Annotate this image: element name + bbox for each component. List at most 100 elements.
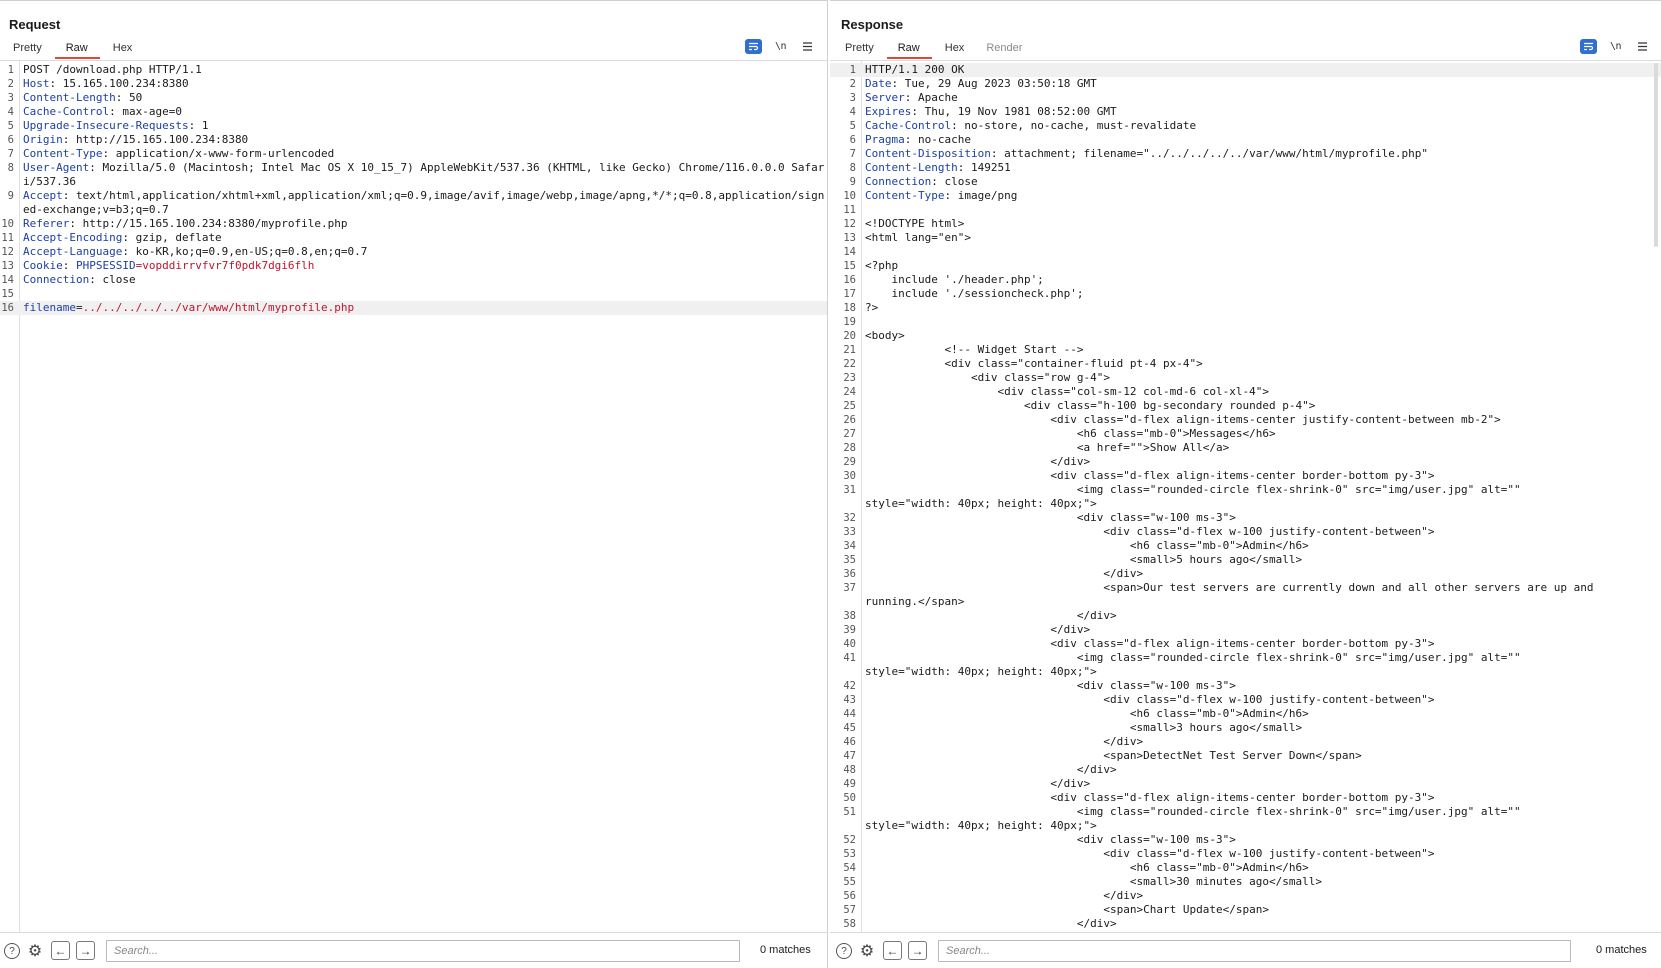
gear-icon[interactable]: ⚙: [27, 943, 43, 960]
line-content: Upgrade-Insecure-Requests: 1: [23, 119, 209, 132]
code-line: 10 Content-Type: image/png: [830, 189, 1661, 203]
line-number: 32: [843, 512, 856, 524]
response-tab-render[interactable]: Render: [977, 38, 1031, 59]
help-icon[interactable]: ?: [836, 943, 852, 959]
header-name: Accept-Language: [23, 245, 123, 258]
line-content: Host: 15.165.100.234:8380: [23, 77, 189, 90]
request-toolbar: \n: [745, 39, 816, 54]
code-text: <div class="d-flex align-items-center ju…: [865, 413, 1501, 426]
code-line: 16 filename=../../../../../var/www/html/m…: [0, 301, 827, 315]
request-search-bar: ? ⚙ ← → 0 matches: [0, 932, 827, 968]
request-tab-raw[interactable]: Raw: [54, 38, 100, 59]
response-tab-pretty[interactable]: Pretty: [836, 38, 883, 59]
line-number: 7: [849, 148, 856, 160]
line-content: <div class="d-flex align-items-center ju…: [862, 413, 1501, 427]
word-wrap-icon[interactable]: [745, 39, 762, 54]
header-name: Content-Length: [23, 91, 116, 104]
line-number: 16: [843, 274, 856, 286]
hamburger-menu-icon[interactable]: [799, 39, 816, 54]
line-content: <a href="">Show All</a>: [862, 441, 1229, 455]
response-tab-hex[interactable]: Hex: [936, 38, 974, 59]
header-name: Connection: [865, 175, 932, 188]
line-content: </div>: [862, 735, 1143, 749]
line-content: <html lang="en">: [862, 231, 971, 245]
code-text: </div>: [865, 567, 1144, 580]
line-content: ?>: [862, 301, 878, 315]
line-number: 51: [843, 806, 856, 818]
cookie-value: vopddirrvfvr7f0pdk7dgi6flh: [142, 259, 315, 272]
code-line: 35 <small>5 hours ago</small>: [830, 553, 1661, 567]
header-name: User-Agent: [23, 161, 90, 174]
arrow-left-icon[interactable]: ←: [883, 941, 902, 960]
code-text: <small>30 minutes ago</small>: [865, 875, 1322, 888]
code-line: 43 <div class="d-flex w-100 justify-cont…: [830, 693, 1661, 707]
request-search-input[interactable]: [106, 940, 740, 962]
line-number: 55: [843, 876, 856, 888]
header-name: Cache-Control: [865, 119, 952, 132]
word-wrap-icon[interactable]: [1580, 39, 1597, 54]
response-tabs: Pretty Raw Hex Render: [836, 38, 1035, 59]
line-content: <div class="d-flex align-items-center bo…: [862, 791, 1434, 805]
gear-icon[interactable]: ⚙: [859, 943, 875, 960]
line-content: Date: Tue, 29 Aug 2023 03:50:18 GMT: [865, 77, 1097, 90]
code-line: 22 <div class="container-fluid pt-4 px-4…: [830, 357, 1661, 371]
code-text: include './header.php';: [865, 273, 1044, 286]
help-icon[interactable]: ?: [4, 943, 20, 959]
code-line: 6 Origin: http://15.165.100.234:8380: [0, 133, 827, 147]
code-line: 33 <div class="d-flex w-100 justify-cont…: [830, 525, 1661, 539]
header-name: Content-Type: [865, 189, 945, 202]
arrow-right-icon[interactable]: →: [908, 941, 927, 960]
code-line: 11 Accept-Encoding: gzip, deflate: [0, 231, 827, 245]
line-content: <span>Chart Update</span>: [862, 903, 1269, 917]
response-editor[interactable]: 1 HTTP/1.1 200 OK 2 Date: Tue, 29 Aug 2023 …: [830, 61, 1661, 932]
code-line: 15: [0, 287, 827, 301]
code-text: <small>3 hours ago</small>: [865, 721, 1303, 734]
response-tab-raw[interactable]: Raw: [886, 38, 932, 59]
header-value: image/png: [951, 189, 1018, 202]
line-content: Server: Apache: [865, 91, 958, 104]
response-toolbar: \n: [1580, 39, 1651, 54]
code-text-wrap: style="width: 40px; height: 40px;">: [865, 819, 1097, 832]
line-content: <div class="d-flex w-100 justify-content…: [862, 847, 1434, 861]
line-content: </div>: [862, 567, 1143, 581]
code-text: <?php: [865, 259, 899, 272]
code-line: 8 Content-Length: 149251: [830, 161, 1661, 175]
code-text-wrap: running.</span>: [865, 595, 965, 608]
header-name: Origin: [23, 133, 63, 146]
arrow-right-icon[interactable]: →: [76, 941, 95, 960]
line-content: <img class="rounded-circle flex-shrink-0…: [862, 805, 1521, 833]
header-name: Server: [865, 91, 905, 104]
code-text: <body>: [865, 329, 905, 342]
line-number: 11: [843, 204, 856, 216]
header-name: Cookie: [23, 259, 63, 272]
line-content: Cache-Control: max-age=0: [23, 105, 182, 118]
header-value: Thu, 19 Nov 1981 08:52:00 GMT: [917, 105, 1117, 118]
line-content: </div>: [862, 777, 1090, 791]
hamburger-menu-icon[interactable]: [1634, 39, 1651, 54]
request-tab-pretty[interactable]: Pretty: [4, 38, 51, 59]
code-text: POST /download.php HTTP/1.1: [23, 63, 202, 76]
line-number: 7: [7, 148, 14, 160]
request-editor[interactable]: 1 POST /download.php HTTP/1.1 2 Host: 15.16…: [0, 61, 827, 932]
line-number: 35: [843, 554, 856, 566]
show-newlines-button[interactable]: \n: [772, 39, 789, 54]
response-title: Response: [841, 17, 904, 32]
line-number: 11: [1, 232, 14, 244]
code-text: <img class="rounded-circle flex-shrink-0…: [865, 651, 1521, 664]
line-content: <div class="d-flex w-100 justify-content…: [862, 693, 1434, 707]
line-content: <div class="container-fluid pt-4 px-4">: [862, 357, 1202, 371]
response-scrollbar[interactable]: [1654, 63, 1658, 247]
header-name: Referer: [23, 217, 70, 230]
response-search-input[interactable]: [938, 940, 1571, 962]
line-content: Referer: http://15.165.100.234:8380/mypr…: [23, 217, 348, 230]
request-match-count: 0 matches: [760, 944, 811, 956]
line-number: 26: [843, 414, 856, 426]
request-tab-hex[interactable]: Hex: [104, 38, 142, 59]
header-name: Upgrade-Insecure-Requests: [23, 119, 189, 132]
arrow-left-icon[interactable]: ←: [51, 941, 70, 960]
line-content: <span>DetectNet Test Server Down</span>: [862, 749, 1361, 763]
show-newlines-button[interactable]: \n: [1607, 39, 1624, 54]
code-line: 41 <img class="rounded-circle flex-shrin…: [830, 651, 1661, 679]
code-line: 24 <div class="col-sm-12 col-md-6 col-xl…: [830, 385, 1661, 399]
header-name: Date: [865, 77, 892, 90]
